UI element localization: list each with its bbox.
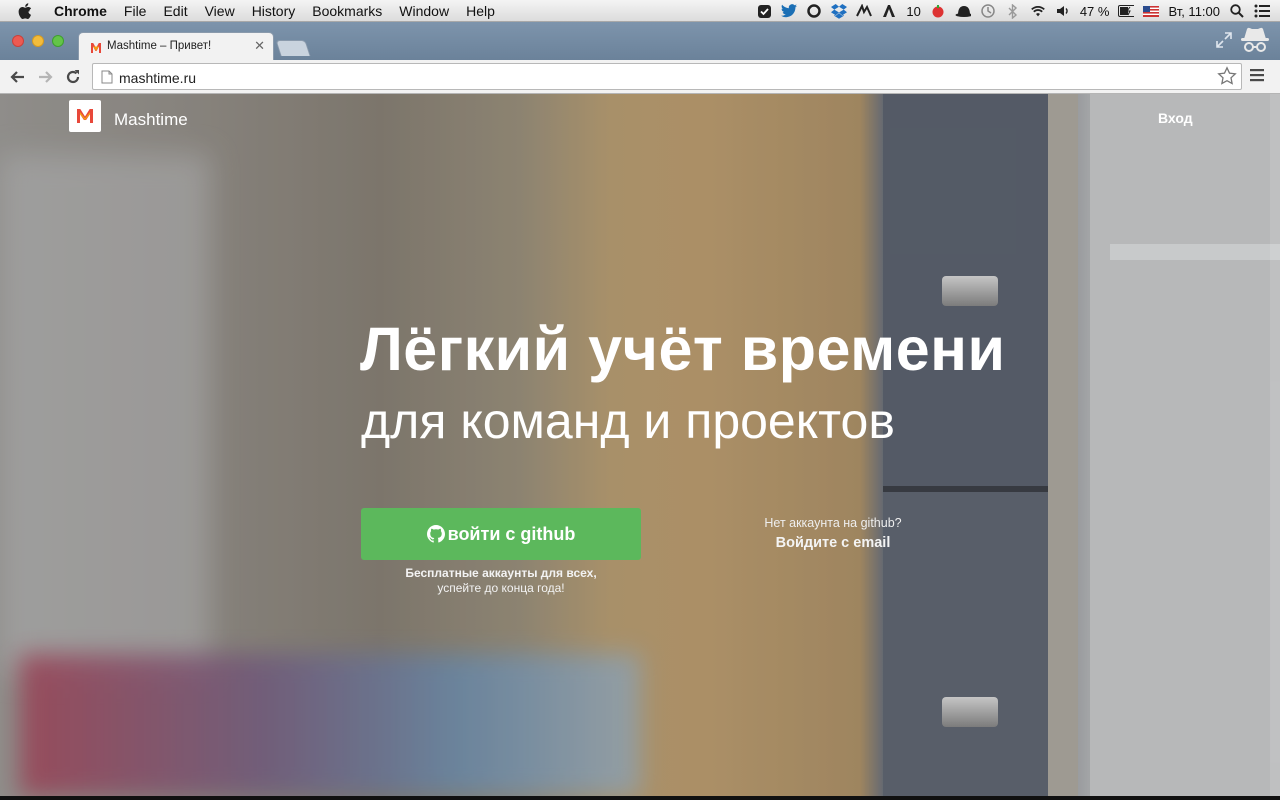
menu-clock[interactable]: Вт, 11:00 (1168, 4, 1220, 19)
notification-center-icon[interactable] (1254, 3, 1270, 19)
bluetooth-icon[interactable] (1005, 3, 1021, 19)
menu-help[interactable]: Help (466, 0, 495, 22)
incognito-icon (1238, 26, 1272, 56)
window-bottom-edge (0, 796, 1280, 800)
dropbox-icon[interactable] (831, 3, 848, 19)
tab-close-icon[interactable]: ✕ (254, 38, 265, 54)
menu-view[interactable]: View (205, 0, 235, 22)
hero-subtitle: для команд и проектов (361, 393, 895, 449)
menu-bookmarks[interactable]: Bookmarks (312, 0, 382, 22)
bowler-hat-icon[interactable] (955, 3, 971, 19)
email-login-link[interactable]: Войдите с email (733, 535, 933, 551)
address-bar[interactable]: mashtime.ru (92, 63, 1242, 90)
chrome-menu-icon[interactable] (1250, 68, 1266, 84)
zoom-window-button[interactable] (52, 35, 64, 47)
bookmark-star-icon[interactable] (1217, 66, 1237, 91)
time-machine-icon[interactable] (980, 3, 996, 19)
wifi-icon[interactable] (1030, 3, 1046, 19)
minimize-window-button[interactable] (32, 35, 44, 47)
page-icon (101, 70, 113, 89)
macos-menu-bar: Chrome File Edit View History Bookmarks … (0, 0, 1280, 22)
hero-title: Лёгкий учёт времени (360, 315, 1006, 383)
volume-icon[interactable] (1055, 3, 1071, 19)
github-login-button[interactable]: войти с github (361, 508, 641, 560)
mashtime-logo-icon[interactable] (69, 100, 101, 132)
menu-app-chrome[interactable]: Chrome (54, 0, 107, 22)
tomato-icon[interactable] (930, 3, 946, 19)
login-link[interactable]: Вход (1158, 110, 1193, 126)
menu-edit[interactable]: Edit (163, 0, 187, 22)
circle-app-icon[interactable] (806, 3, 822, 19)
bird-app-icon[interactable] (856, 3, 873, 19)
spotlight-search-icon[interactable] (1229, 3, 1245, 19)
landing-page: Mashtime Вход Лёгкий учёт времени для ко… (0, 94, 1280, 796)
forward-arrow-icon[interactable] (37, 68, 55, 86)
no-github-account-text: Нет аккаунта на github? (764, 516, 902, 530)
checkmark-app-icon[interactable] (756, 3, 772, 19)
tab-title: Mashtime – Привет! (107, 40, 212, 52)
back-arrow-icon[interactable] (8, 68, 26, 86)
fullscreen-icon[interactable] (1216, 32, 1232, 48)
reload-icon[interactable] (64, 68, 82, 86)
mashtime-favicon-icon (90, 41, 102, 53)
menu-window[interactable]: Window (399, 0, 449, 22)
battery-percent: 47 % (1079, 3, 1110, 19)
browser-tab-strip: Mashtime – Привет! ✕ (0, 22, 1280, 60)
free-accounts-note: Бесплатные аккаунты для всех, успейте до… (361, 566, 641, 596)
url-text[interactable]: mashtime.ru (119, 70, 196, 86)
email-login-block: Нет аккаунта на github? Войдите с email (733, 516, 933, 551)
brand-name[interactable]: Mashtime (114, 110, 188, 130)
us-flag-icon[interactable] (1143, 3, 1160, 19)
free-note-line2: успейте до конца года! (437, 581, 565, 595)
adobe-icon[interactable] (881, 3, 897, 19)
browser-toolbar: mashtime.ru (0, 60, 1280, 94)
tab-mashtime[interactable]: Mashtime – Привет! ✕ (78, 32, 274, 60)
notification-count: 10 (906, 3, 921, 19)
close-window-button[interactable] (12, 35, 24, 47)
menu-file[interactable]: File (124, 0, 147, 22)
github-icon (426, 525, 445, 543)
page-scrollbar[interactable] (1270, 94, 1280, 796)
free-note-line1: Бесплатные аккаунты для всех, (405, 566, 597, 580)
menu-history[interactable]: History (252, 0, 296, 22)
new-tab-button[interactable] (275, 40, 311, 56)
battery-icon[interactable] (1118, 3, 1135, 19)
twitter-icon[interactable] (781, 3, 798, 19)
github-button-label: войти с github (447, 523, 576, 544)
apple-menu-icon[interactable] (18, 3, 34, 19)
